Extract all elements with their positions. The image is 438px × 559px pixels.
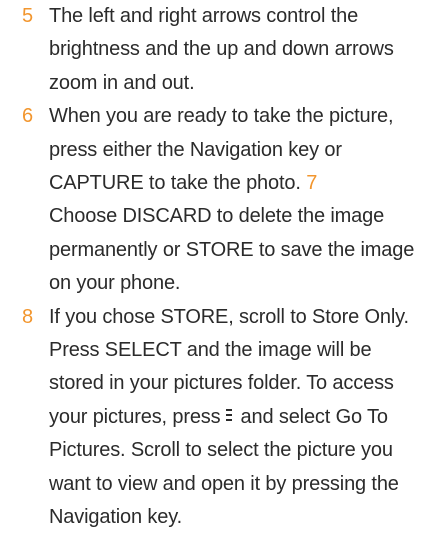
step-8-text-line-5: Pictures. Scroll to select the picture y…	[49, 439, 393, 462]
step-7-text-line-2: permanently or STORE to save the image	[49, 238, 415, 261]
step-5-text-line-2: brightness and the up and down arrows	[49, 38, 394, 61]
step-8-text-line-2: Press SELECT and the image will be	[49, 339, 372, 362]
step-6-text-line-3: CAPTURE to take the photo. 7	[49, 167, 432, 200]
step-8: 8 If you chose STORE, scroll to Store On…	[22, 301, 432, 535]
step-number-7: 7	[306, 172, 318, 195]
step-6: 6 When you are ready to take the picture…	[22, 100, 432, 300]
step-8-text-line-3: stored in your pictures folder. To acces…	[49, 372, 394, 395]
step-8-text-line-4: your pictures, press and select Go To	[49, 401, 432, 434]
step-6-capture-text: CAPTURE to take the photo.	[49, 172, 301, 195]
step-number-8: 8	[22, 305, 33, 328]
menu-icon	[224, 406, 234, 424]
step-5-text-line-3: zoom in and out.	[49, 71, 195, 94]
step-8-text-line-1: If you chose STORE, scroll to Store Only…	[49, 305, 409, 328]
manual-page: 5 The left and right arrows control the …	[0, 0, 438, 559]
step-7-text-line-3: on your phone.	[49, 272, 181, 295]
step-8-text-line-7: Navigation key.	[49, 506, 183, 529]
step-7-text-line-1: Choose DISCARD to delete the image	[49, 205, 385, 228]
instruction-steps: 5 The left and right arrows control the …	[22, 0, 432, 535]
step-6-text-line-1: When you are ready to take the picture,	[49, 105, 394, 128]
step-5-text-line-1: The left and right arrows control the	[49, 5, 359, 27]
step-8-icon-line-before: your pictures, press	[49, 405, 221, 428]
step-8-text-line-6: want to view and open it by pressing the	[49, 472, 399, 495]
step-5: 5 The left and right arrows control the …	[22, 0, 432, 100]
step-number-6: 6	[22, 105, 33, 128]
step-number-5: 5	[22, 5, 33, 27]
step-6-text-line-2: press either the Navigation key or	[49, 138, 342, 161]
step-8-icon-line-after: and select Go To	[240, 405, 388, 428]
